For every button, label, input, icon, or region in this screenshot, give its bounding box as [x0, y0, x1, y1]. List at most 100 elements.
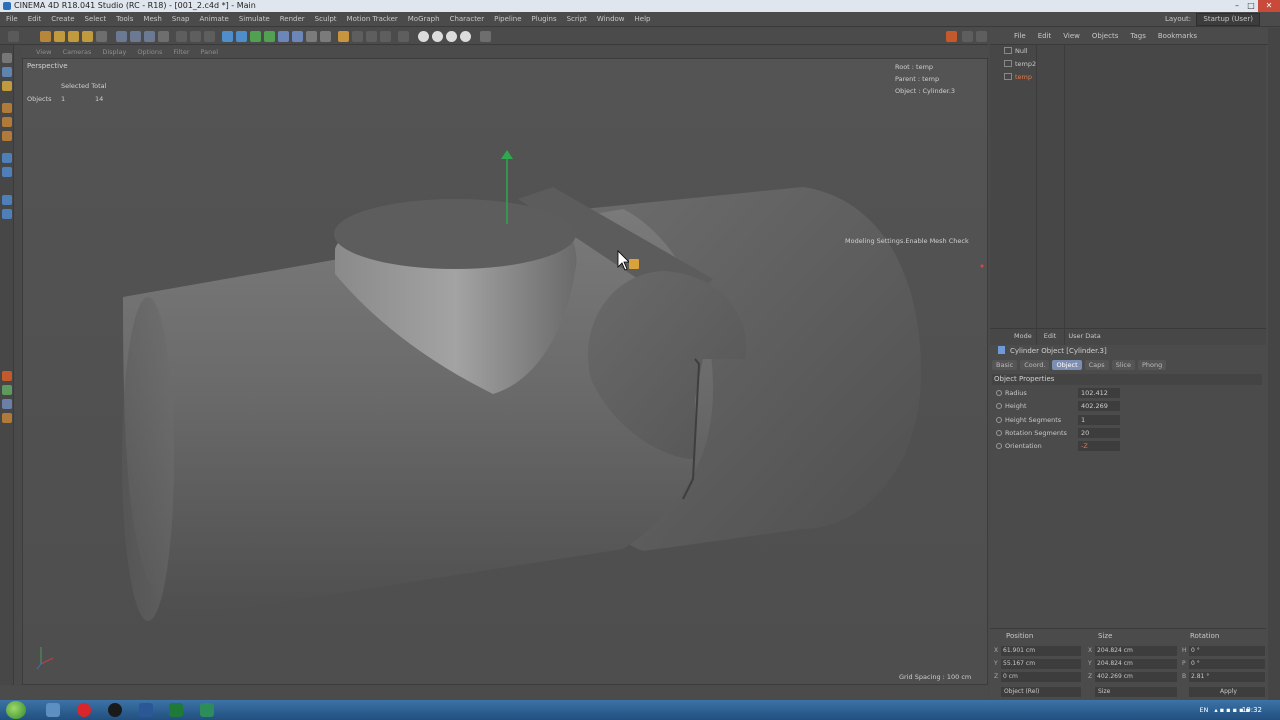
- edges-mode-icon[interactable]: [366, 31, 377, 42]
- menu-pipeline[interactable]: Pipeline: [494, 15, 521, 23]
- tab-object[interactable]: Object: [1052, 360, 1082, 370]
- enable-axis-icon[interactable]: [398, 31, 409, 42]
- workplane-mode-icon[interactable]: [2, 81, 12, 91]
- tab-phong[interactable]: Phong: [1138, 360, 1167, 370]
- coord-mode-dropdown[interactable]: Object (Rel): [1001, 687, 1081, 697]
- animate-radio-icon[interactable]: [996, 403, 1002, 409]
- close-button[interactable]: ✕: [1258, 0, 1280, 12]
- cinema4d-taskbar-icon[interactable]: [139, 703, 153, 717]
- viewport-camera-label[interactable]: Perspective: [27, 62, 68, 70]
- z-axis-lock-icon[interactable]: [144, 31, 155, 42]
- maximize-button[interactable]: □: [1244, 0, 1258, 12]
- tab-coord[interactable]: Coord.: [1020, 360, 1050, 370]
- tab-slice[interactable]: Slice: [1111, 360, 1135, 370]
- camera-icon[interactable]: [306, 31, 317, 42]
- am-menu-user-data[interactable]: User Data: [1068, 332, 1100, 340]
- menu-file[interactable]: File: [6, 15, 18, 23]
- rotation-p-field[interactable]: 0 °: [1189, 659, 1265, 669]
- snap-icon[interactable]: [418, 31, 429, 42]
- deformer-icon[interactable]: [278, 31, 289, 42]
- menu-tools[interactable]: Tools: [116, 15, 133, 23]
- size-z-field[interactable]: 402.269 cm: [1095, 672, 1177, 682]
- soft-selection-icon[interactable]: [2, 209, 12, 219]
- menu-character[interactable]: Character: [450, 15, 485, 23]
- object-row-temp2[interactable]: temp2: [990, 58, 1266, 71]
- render-view-icon[interactable]: [176, 31, 187, 42]
- om-menu-tags[interactable]: Tags: [1130, 32, 1146, 40]
- light-icon[interactable]: [320, 31, 331, 42]
- position-x-field[interactable]: 61.901 cm: [1001, 646, 1081, 656]
- top-cylinder-cap[interactable]: [334, 199, 576, 269]
- menu-mesh[interactable]: Mesh: [143, 15, 161, 23]
- am-menu-mode[interactable]: Mode: [1014, 332, 1032, 340]
- om-menu-edit[interactable]: Edit: [1038, 32, 1052, 40]
- sculpt-brush-icon[interactable]: [480, 31, 491, 42]
- menu-plugins[interactable]: Plugins: [532, 15, 557, 23]
- floor-icon[interactable]: [292, 31, 303, 42]
- size-x-field[interactable]: 204.824 cm: [1095, 646, 1177, 656]
- om-menu-view[interactable]: View: [1063, 32, 1080, 40]
- viewport-menu-options[interactable]: Options: [137, 48, 162, 56]
- solo-mode-icon[interactable]: [2, 371, 12, 381]
- polygons-tool-icon[interactable]: [2, 131, 12, 141]
- viewport-menu-panel[interactable]: Panel: [201, 48, 219, 56]
- rotate-tool-icon[interactable]: [68, 31, 79, 42]
- am-menu-edit[interactable]: Edit: [1044, 332, 1057, 340]
- x-axis-lock-icon[interactable]: [116, 31, 127, 42]
- layer-icon[interactable]: [2, 399, 12, 409]
- height-field[interactable]: 402.269: [1078, 401, 1120, 411]
- om-menu-bookmarks[interactable]: Bookmarks: [1158, 32, 1197, 40]
- recent-tools-icon[interactable]: [96, 31, 107, 42]
- points-mode-icon[interactable]: [352, 31, 363, 42]
- locked-workplane-icon[interactable]: [460, 31, 471, 42]
- scale-tool-icon[interactable]: [54, 31, 65, 42]
- object-manager-tree[interactable]: Null temp2 temp: [990, 45, 1266, 345]
- menu-render[interactable]: Render: [280, 15, 305, 23]
- viewport-menu-filter[interactable]: Filter: [173, 48, 189, 56]
- subdivision-icon[interactable]: [250, 31, 261, 42]
- menu-create[interactable]: Create: [51, 15, 74, 23]
- viewport-menu-cameras[interactable]: Cameras: [62, 48, 91, 56]
- vertical-side-tabs[interactable]: [1268, 28, 1280, 720]
- object-row-temp[interactable]: temp: [990, 71, 1266, 84]
- position-z-field[interactable]: 0 cm: [1001, 672, 1081, 682]
- viewport-menu-view[interactable]: View: [36, 48, 51, 56]
- make-editable-icon[interactable]: [338, 31, 349, 42]
- quantize-icon[interactable]: [446, 31, 457, 42]
- coordinate-system-icon[interactable]: [158, 31, 169, 42]
- viewport-menu-display[interactable]: Display: [102, 48, 126, 56]
- model-mode-icon[interactable]: [2, 53, 12, 63]
- menu-help[interactable]: Help: [635, 15, 651, 23]
- render-settings-icon[interactable]: [204, 31, 215, 42]
- scene-render[interactable]: [23, 59, 988, 685]
- tab-caps[interactable]: Caps: [1084, 360, 1109, 370]
- rotation-b-field[interactable]: 2.81 °: [1189, 672, 1265, 682]
- animate-radio-icon[interactable]: [996, 417, 1002, 423]
- menu-simulate[interactable]: Simulate: [239, 15, 270, 23]
- coord-size-mode-dropdown[interactable]: Size: [1095, 687, 1177, 697]
- axis-mode-icon[interactable]: [2, 153, 12, 163]
- layout-selector[interactable]: Layout: Startup (User): [1165, 12, 1260, 27]
- menu-motion-tracker[interactable]: Motion Tracker: [347, 15, 398, 23]
- tweak-mode-icon[interactable]: [2, 167, 12, 177]
- polygons-mode-icon[interactable]: [380, 31, 391, 42]
- menu-window[interactable]: Window: [597, 15, 625, 23]
- maximize-viewport-icon[interactable]: [976, 31, 987, 42]
- rotation-segments-field[interactable]: 20: [1078, 428, 1120, 438]
- y-axis-lock-icon[interactable]: [130, 31, 141, 42]
- texture-mode-icon[interactable]: [2, 67, 12, 77]
- rotation-h-field[interactable]: 0 °: [1189, 646, 1265, 656]
- object-row-null[interactable]: Null: [990, 45, 1266, 58]
- height-segments-field[interactable]: 1: [1078, 415, 1120, 425]
- render-active-view-icon[interactable]: [946, 31, 957, 42]
- workplane-icon[interactable]: [432, 31, 443, 42]
- camtasia-icon[interactable]: [200, 703, 214, 717]
- animate-radio-icon[interactable]: [996, 430, 1002, 436]
- radius-field[interactable]: 102.412: [1078, 388, 1120, 398]
- explorer-icon[interactable]: [46, 703, 60, 717]
- media-app-icon[interactable]: [108, 703, 122, 717]
- menu-snap[interactable]: Snap: [172, 15, 190, 23]
- menu-select[interactable]: Select: [85, 15, 107, 23]
- om-menu-file[interactable]: File: [1014, 32, 1026, 40]
- lock-icon[interactable]: [2, 413, 12, 423]
